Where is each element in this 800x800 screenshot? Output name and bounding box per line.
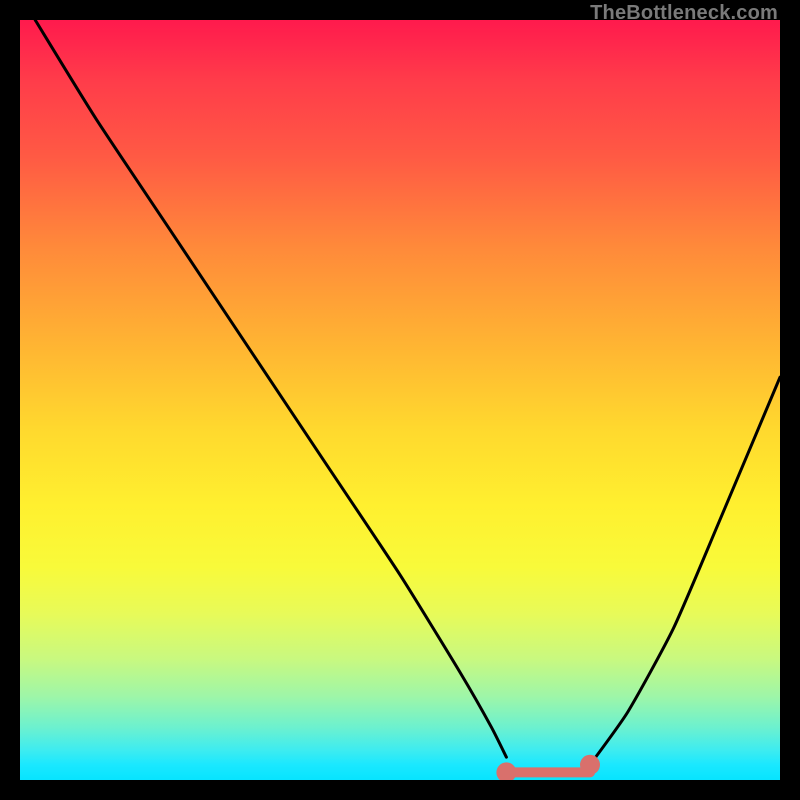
chart-svg xyxy=(20,20,780,780)
marker-left xyxy=(496,762,516,780)
curve-left xyxy=(35,20,506,757)
marker-right xyxy=(580,755,600,775)
curve-right xyxy=(590,377,780,765)
plot-area xyxy=(20,20,780,780)
chart-root: TheBottleneck.com xyxy=(0,0,800,800)
